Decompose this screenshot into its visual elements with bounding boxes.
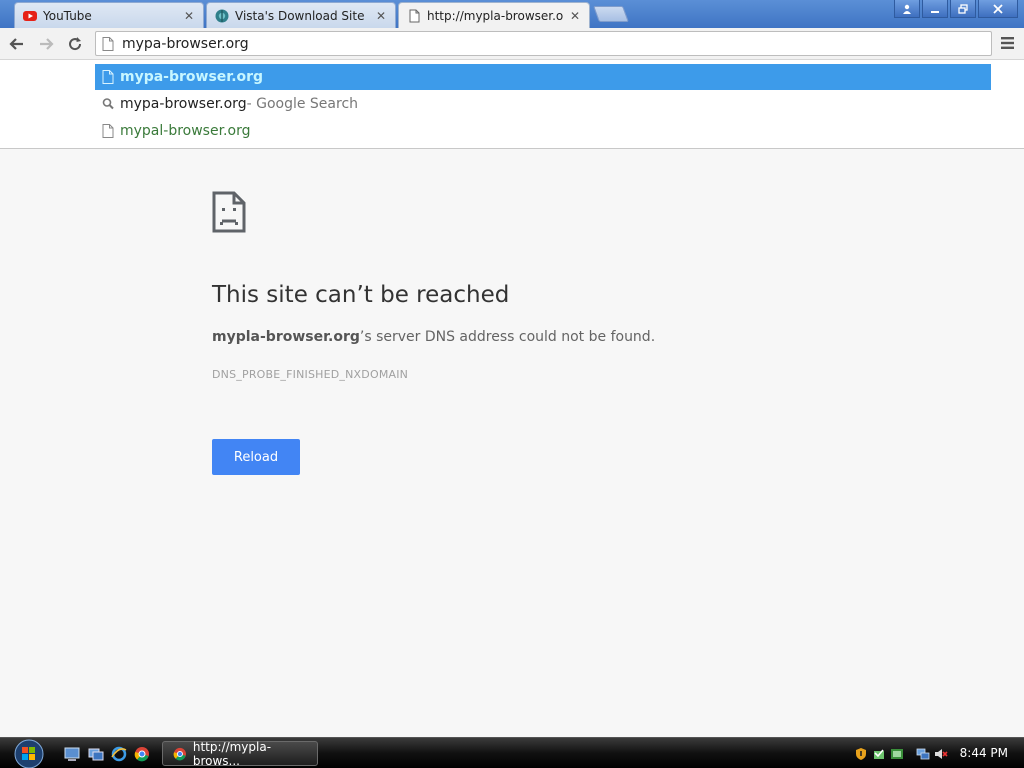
forward-button[interactable] <box>35 33 57 55</box>
windows-logo-icon <box>14 739 44 768</box>
address-text[interactable]: mypa-browser.org <box>122 36 249 52</box>
reload-page-button[interactable]: Reload <box>212 439 300 475</box>
error-message: mypla-browser.org’s server DNS address c… <box>212 329 655 345</box>
omnibox-suggestions: mypa-browser.org mypa-browser.org - Goog… <box>0 60 1024 149</box>
page-icon <box>102 36 114 51</box>
chrome-icon <box>173 747 186 760</box>
window-close-button[interactable] <box>978 0 1018 18</box>
search-icon <box>102 98 114 110</box>
forward-arrow-icon <box>40 38 54 50</box>
back-arrow-icon <box>9 38 23 50</box>
suggestion-text: mypa-browser.org <box>120 96 247 112</box>
suggestion-text: mypal-browser.org <box>120 123 251 139</box>
menu-icon[interactable] <box>1000 36 1016 50</box>
taskbar: http://mypla-brows... 8:44 PM <box>0 737 1024 768</box>
youtube-icon <box>23 10 37 21</box>
close-icon[interactable]: ✕ <box>183 9 195 23</box>
show-desktop-icon[interactable] <box>64 746 80 762</box>
tab-youtube[interactable]: YouTube ✕ <box>14 2 204 28</box>
restore-button[interactable] <box>950 0 976 18</box>
error-host: mypla-browser.org <box>212 329 360 345</box>
profile-icon[interactable] <box>894 0 920 18</box>
tab-vista-download[interactable]: Vista's Download Site ✕ <box>206 2 396 28</box>
error-message-rest: ’s server DNS address could not be found… <box>359 329 656 345</box>
site-globe-icon <box>215 9 229 22</box>
start-button[interactable] <box>9 738 49 768</box>
back-button[interactable] <box>6 33 28 55</box>
taskbar-window-button[interactable]: http://mypla-brows... <box>162 739 318 768</box>
switch-windows-icon[interactable] <box>88 746 104 762</box>
volume-muted-icon[interactable] <box>934 747 948 761</box>
clock[interactable]: 8:44 PM <box>960 746 1008 760</box>
security-shield-icon[interactable] <box>854 747 868 761</box>
chrome-icon[interactable] <box>134 746 150 762</box>
internet-explorer-icon[interactable] <box>111 746 127 762</box>
taskbar-window-title: http://mypla-brows... <box>192 739 272 768</box>
toolbar: mypa-browser.org <box>0 28 1024 60</box>
tab-strip: YouTube ✕ Vista's Download Site ✕ http:/… <box>0 0 1024 29</box>
suggestion-description: - Google Search <box>246 96 359 112</box>
window-controls <box>894 0 1018 18</box>
page-icon <box>102 124 114 138</box>
error-heading: This site can’t be reached <box>212 282 510 308</box>
close-icon[interactable]: ✕ <box>375 9 387 23</box>
page-icon <box>102 70 114 84</box>
tab-mypla-browser[interactable]: http://mypla-browser.org ✕ <box>398 2 590 29</box>
suggestion-item[interactable]: mypal-browser.org <box>95 118 991 144</box>
tab-title: Vista's Download Site <box>235 8 365 23</box>
suggestion-text: mypa-browser.org <box>120 69 264 85</box>
suggestion-item[interactable]: mypa-browser.org - Google Search <box>95 91 991 117</box>
minimize-button[interactable] <box>922 0 948 18</box>
error-code: DNS_PROBE_FINISHED_NXDOMAIN <box>212 368 409 381</box>
tab-title: YouTube <box>43 8 92 23</box>
suggestion-item[interactable]: mypa-browser.org <box>95 64 991 90</box>
network-icon[interactable] <box>916 747 930 761</box>
sad-page-icon <box>212 191 246 233</box>
windows-update-icon[interactable] <box>890 747 904 761</box>
safely-remove-icon[interactable] <box>872 747 886 761</box>
tab-title: http://mypla-browser.org <box>427 9 563 23</box>
page-icon <box>409 9 420 23</box>
reload-button[interactable] <box>64 33 86 55</box>
close-icon[interactable]: ✕ <box>569 9 581 23</box>
new-tab-button[interactable] <box>593 6 629 22</box>
reload-icon <box>69 37 82 51</box>
address-bar[interactable]: mypa-browser.org <box>95 31 992 56</box>
error-page: This site can’t be reached mypla-browser… <box>0 149 1024 737</box>
